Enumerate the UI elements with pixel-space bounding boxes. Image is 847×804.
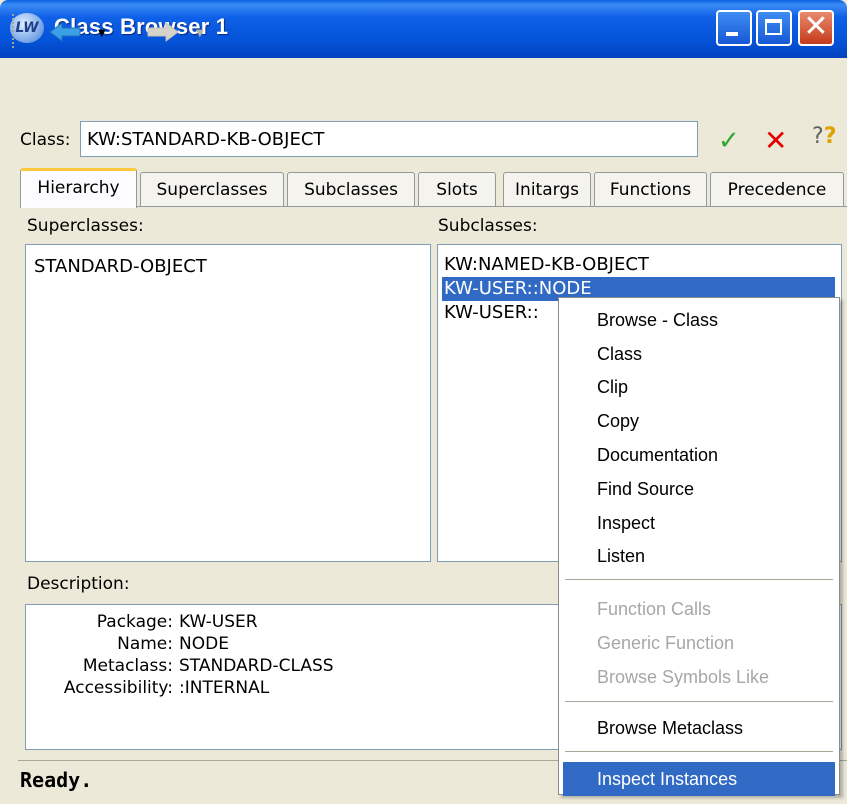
menu-item-generic-function: Generic Function [597, 633, 735, 653]
description-value: KW-USER [179, 612, 258, 632]
description-value: STANDARD-CLASS [179, 656, 334, 676]
description-key: Metaclass: [82, 656, 173, 676]
close-icon: ✕ [803, 9, 829, 44]
forward-arrow-icon[interactable] [146, 22, 180, 42]
minimize-button[interactable] [716, 10, 752, 46]
tab-subclasses[interactable]: Subclasses [287, 172, 415, 206]
menu-item-find-source[interactable]: Find Source [563, 472, 835, 506]
description-key: Package: [96, 612, 173, 632]
tab-initargs[interactable]: Initargs [503, 172, 591, 206]
toolbar [0, 58, 847, 120]
menu-item-browse-symbols-like: Browse Symbols Like [597, 667, 770, 687]
menu-separator [565, 701, 833, 705]
maximize-icon [765, 19, 782, 35]
tab-slots[interactable]: Slots [418, 172, 496, 206]
class-label: Class: [20, 130, 71, 150]
subclasses-label: Subclasses: [438, 216, 538, 236]
context-menu: Browse - Class Class Clip Copy Documenta… [558, 297, 840, 796]
back-dropdown-icon[interactable]: ▼ [98, 28, 106, 39]
menu-item-inspect-instances[interactable]: Inspect Instances [563, 762, 835, 796]
tab-superclasses[interactable]: Superclasses [140, 172, 284, 206]
tab-hierarchy[interactable]: Hierarchy [20, 168, 137, 208]
menu-item-browse-metaclass[interactable]: Browse Metaclass [563, 711, 835, 745]
description-key: Accessibility: [63, 678, 173, 698]
tab-precedence[interactable]: Precedence [710, 172, 844, 206]
list-item[interactable]: KW:NAMED-KB-OBJECT [444, 253, 835, 277]
class-input[interactable] [80, 121, 698, 157]
menu-item-copy[interactable]: Copy [563, 404, 835, 438]
tab-panel-border [20, 206, 847, 207]
minimize-icon [726, 32, 738, 36]
menu-item-class[interactable]: Class [563, 337, 835, 371]
menu-item-browse-class[interactable]: Browse - Class [563, 303, 835, 337]
menu-separator [565, 751, 833, 755]
forward-dropdown-icon: ▼ [196, 28, 204, 39]
description-label: Description: [27, 574, 130, 594]
back-arrow-icon[interactable] [48, 22, 82, 42]
menu-item-clip[interactable]: Clip [563, 370, 835, 404]
close-button[interactable]: ✕ [798, 9, 834, 46]
cancel-x-icon[interactable]: ✕ [764, 124, 787, 157]
menu-item-listen[interactable]: Listen [563, 539, 835, 573]
toolbar-grip[interactable] [12, 14, 16, 48]
list-item[interactable]: STANDARD-OBJECT [34, 255, 422, 279]
superclasses-list[interactable]: STANDARD-OBJECT [25, 244, 431, 562]
help-icon[interactable]: ?? [812, 124, 836, 149]
description-value: :INTERNAL [179, 678, 270, 698]
accept-check-icon[interactable]: ✓ [718, 126, 740, 156]
menu-separator [565, 579, 833, 583]
tab-functions[interactable]: Functions [594, 172, 707, 206]
description-value: NODE [179, 634, 229, 654]
status-text: Ready. [20, 768, 93, 792]
menu-item-documentation[interactable]: Documentation [563, 438, 835, 472]
menu-item-function-calls: Function Calls [597, 599, 712, 619]
menu-item-inspect[interactable]: Inspect [563, 506, 835, 540]
description-key: Name: [117, 634, 173, 654]
superclasses-label: Superclasses: [27, 216, 144, 236]
maximize-button[interactable] [756, 10, 792, 46]
